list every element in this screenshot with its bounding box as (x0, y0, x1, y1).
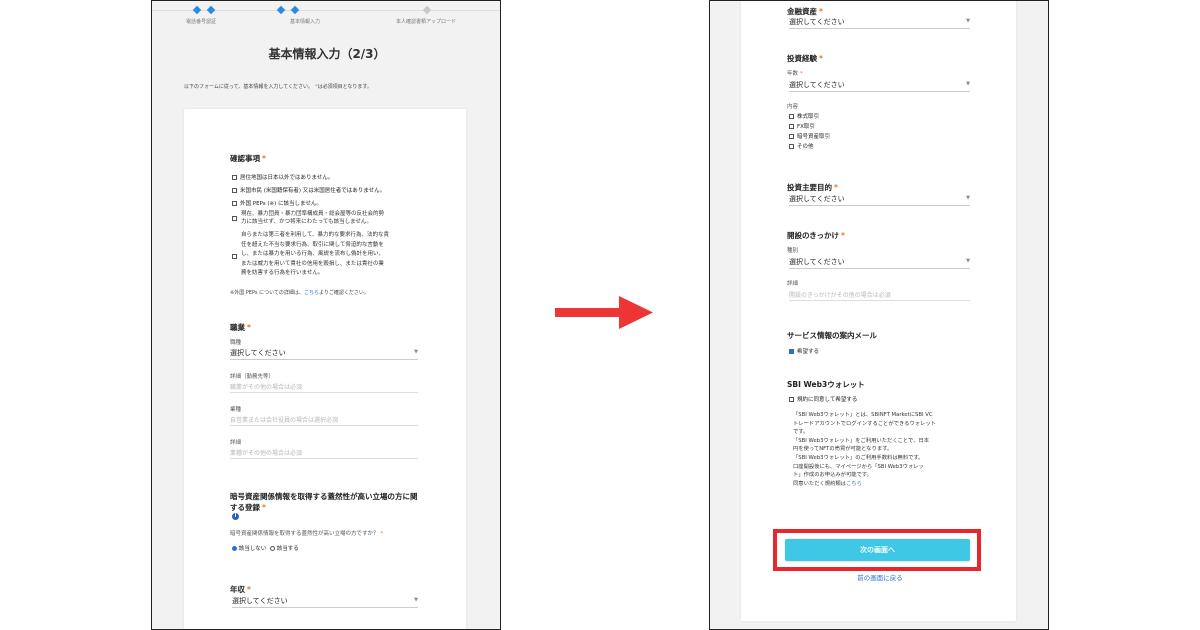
confirm-item-2[interactable]: 米国市民 (米国籍保有者) 又は米国居住者ではありません。 (232, 186, 385, 194)
chevron-down-icon: ▼ (414, 349, 418, 355)
step-marker-1 (192, 5, 202, 15)
checkbox[interactable] (232, 175, 237, 180)
industry-detail-label: 詳細 (230, 440, 242, 446)
crypto-radio-group: 該当しない 該当する (232, 544, 299, 552)
step-marker-3 (422, 5, 432, 15)
occupation-detail-input[interactable]: 職業がその他の場合は必須 (230, 382, 418, 393)
experience-item-stocks[interactable]: 株式取引 (789, 112, 819, 120)
chevron-down-icon: ▼ (966, 195, 970, 201)
trigger-type-label: 種別 (787, 248, 799, 254)
trigger-detail-input[interactable]: 開設のきっかけがその他の場合は必須 (789, 290, 970, 301)
peps-note: ※外国 PEPs についての詳細は、こちらよりご確認ください。 (230, 290, 369, 296)
next-button[interactable]: 次の画面へ (785, 539, 970, 561)
occupation-detail-label: 詳細（勤務先等） (230, 374, 275, 380)
chevron-down-icon: ▼ (414, 597, 418, 603)
industry-label: 業種 (230, 407, 242, 413)
radio-selected[interactable] (232, 546, 237, 551)
checkbox-checked[interactable] (789, 349, 794, 354)
purpose-select[interactable]: 選択してください ▼ (789, 194, 970, 206)
progress-line (152, 10, 500, 11)
experience-heading: 投資経験 * (787, 54, 823, 63)
experience-years-label: 年数 * (787, 71, 803, 77)
mail-heading: サービス情報の案内メール (787, 331, 877, 340)
chevron-down-icon: ▼ (966, 258, 970, 264)
page-title: 基本情報入力（2/3） (268, 47, 386, 61)
right-screenshot: 金融資産 * 選択してください ▼ 投資経験 * 年数 * 選択してください ▼ 内容 株… (709, 0, 1049, 630)
checkbox[interactable] (789, 144, 794, 149)
form-card: 金融資産 * 選択してください ▼ 投資経験 * 年数 * 選択してください ▼ 内容 株… (741, 1, 1016, 621)
confirm-item-3[interactable]: 外国 PEPs (※) に該当しません。 (232, 199, 322, 207)
confirm-heading: 確認事項 * (230, 154, 266, 163)
form-card: 確認事項 * 居住地国は日本以外ではありません。 米国市民 (米国籍保有者) 又は… (184, 109, 466, 629)
checkbox[interactable] (789, 124, 794, 129)
crypto-heading-2: する登録 * (230, 503, 266, 512)
income-select[interactable]: 選択してください ▼ (232, 596, 418, 608)
income-heading: 年収 * (230, 585, 251, 594)
step-marker-1b (206, 5, 216, 15)
confirm-item-5[interactable] (232, 254, 240, 260)
arrow-right-icon (555, 296, 653, 329)
trigger-type-select[interactable]: 選択してください ▼ (789, 257, 970, 269)
checkbox[interactable] (232, 254, 237, 259)
assets-heading: 金融資産 * (787, 7, 823, 16)
checkbox[interactable] (232, 188, 237, 193)
radio-unselected[interactable] (270, 546, 276, 551)
confirm-item-4-text: 現在、暴力団員・暴力団準構成員・総会屋等の反社会的勢 力に該当せず、かつ将来にわ… (241, 211, 385, 226)
crypto-heading-1: 暗号資産関係情報を取得する蓋然性が高い立場の方に関 (230, 492, 418, 501)
peps-link[interactable]: こちら (304, 290, 319, 296)
experience-item-crypto[interactable]: 暗号資産取引 (789, 132, 830, 140)
trigger-detail-label: 詳細 (787, 281, 799, 287)
industry-detail-input[interactable]: 業種がその他の場合は必須 (230, 448, 418, 459)
industry-input[interactable]: 自営業または会社役員の場合は選択必須 (230, 415, 418, 426)
assets-select[interactable]: 選択してください ▼ (789, 17, 970, 29)
step-label-1: 電話番号認証 (186, 19, 217, 25)
occupation-type-label: 職種 (230, 340, 242, 346)
confirm-item-4[interactable] (232, 216, 240, 222)
checkbox[interactable] (789, 134, 794, 139)
intro-text: 以下のフォームに従って、基本情報を入力してください。 *は必須項目となります。 (184, 84, 372, 90)
step-label-2: 基本情報入力 (290, 19, 321, 25)
checkbox[interactable] (232, 216, 237, 221)
occupation-heading: 職業 * (230, 323, 251, 332)
experience-years-select[interactable]: 選択してください ▼ (789, 80, 970, 92)
trigger-heading: 開設のきっかけ * (787, 231, 845, 240)
wallet-option[interactable]: 規約に同意して希望する (789, 395, 857, 403)
occupation-type-select[interactable]: 選択してください ▼ (230, 348, 418, 360)
step-marker-2 (276, 5, 286, 15)
chevron-down-icon: ▼ (966, 18, 970, 24)
experience-item-fx[interactable]: FX取引 (789, 122, 815, 130)
crypto-question: 暗号資産関係情報を取得する蓋然性が高い立場の方ですか？ * (230, 531, 384, 537)
confirm-item-5-text: 自らまたは第三者を利用して、暴力的な要求行為、法的な責 任を超えた不当な要求行為… (241, 232, 390, 277)
checkbox[interactable] (789, 114, 794, 119)
checkbox[interactable] (789, 397, 794, 402)
checkbox[interactable] (232, 201, 237, 206)
chevron-down-icon: ▼ (966, 81, 970, 87)
left-screenshot: 電話番号認証 基本情報入力 本人確認書類アップロード 基本情報入力（2/3） 以… (151, 0, 501, 630)
step-label-3: 本人確認書類アップロード (396, 19, 457, 25)
confirm-item-1[interactable]: 居住地国は日本以外ではありません。 (232, 173, 333, 181)
step-marker-2b (290, 5, 300, 15)
info-icon[interactable]: i (232, 513, 239, 520)
experience-item-other[interactable]: その他 (789, 142, 814, 150)
mail-option[interactable]: 希望する (789, 347, 819, 355)
terms-link[interactable]: こちら (846, 481, 862, 487)
experience-content-label: 内容 (787, 104, 799, 110)
wallet-description: 「SBI Web3ウォレット」とは、SBINFT MarketにSBI VC ト… (793, 412, 936, 487)
wallet-heading: SBI Web3ウォレット (787, 380, 865, 389)
purpose-heading: 投資主要目的 * (787, 183, 838, 192)
back-link[interactable]: 前の画面に戻る (710, 572, 1048, 582)
